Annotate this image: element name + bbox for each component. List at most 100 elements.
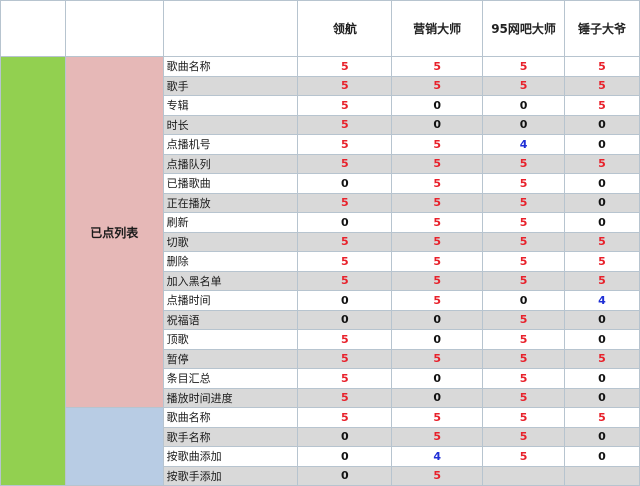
score-cell[interactable]: 5 xyxy=(391,270,484,291)
score-cell[interactable]: 0 xyxy=(564,387,640,408)
score-cell[interactable]: 5 xyxy=(391,56,484,77)
score-cell[interactable]: 5 xyxy=(482,368,566,389)
score-cell[interactable]: 5 xyxy=(564,348,640,369)
score-cell[interactable]: 5 xyxy=(482,387,566,408)
feature-cell[interactable]: 暂停 xyxy=(162,348,299,369)
score-cell[interactable]: 5 xyxy=(482,173,566,194)
feature-cell[interactable]: 切歌 xyxy=(162,231,299,252)
score-cell[interactable]: 0 xyxy=(391,329,484,350)
header-blank-cell[interactable] xyxy=(64,0,164,57)
score-cell[interactable]: 5 xyxy=(297,329,393,350)
score-cell[interactable] xyxy=(564,465,640,486)
feature-cell[interactable]: 条目汇总 xyxy=(162,368,299,389)
score-cell[interactable]: 5 xyxy=(391,231,484,252)
score-cell[interactable]: 4 xyxy=(391,446,484,467)
score-cell[interactable]: 0 xyxy=(564,114,640,135)
score-cell[interactable]: 0 xyxy=(391,309,484,330)
score-cell[interactable]: 5 xyxy=(297,56,393,77)
score-cell[interactable]: 5 xyxy=(482,75,566,96)
feature-cell[interactable]: 播放时间进度 xyxy=(162,387,299,408)
score-cell[interactable]: 0 xyxy=(297,173,393,194)
score-cell[interactable]: 0 xyxy=(482,95,566,116)
column-header-lh[interactable]: 领航 xyxy=(297,0,393,57)
score-cell[interactable]: 0 xyxy=(564,309,640,330)
score-cell[interactable]: 5 xyxy=(297,134,393,155)
score-cell[interactable]: 0 xyxy=(297,446,393,467)
feature-cell[interactable]: 歌手名称 xyxy=(162,426,299,447)
feature-cell[interactable]: 加入黑名单 xyxy=(162,270,299,291)
feature-cell[interactable]: 歌手 xyxy=(162,75,299,96)
score-cell[interactable]: 0 xyxy=(564,426,640,447)
feature-cell[interactable]: 正在播放 xyxy=(162,192,299,213)
score-cell[interactable]: 5 xyxy=(297,270,393,291)
score-cell[interactable]: 5 xyxy=(391,251,484,272)
feature-cell[interactable]: 专辑 xyxy=(162,95,299,116)
score-cell[interactable]: 5 xyxy=(297,153,393,174)
score-cell[interactable]: 0 xyxy=(564,446,640,467)
feature-cell[interactable]: 按歌手添加 xyxy=(162,465,299,486)
score-cell[interactable] xyxy=(482,465,566,486)
feature-cell[interactable]: 歌曲名称 xyxy=(162,407,299,428)
score-cell[interactable]: 5 xyxy=(564,56,640,77)
score-cell[interactable]: 5 xyxy=(564,75,640,96)
score-cell[interactable]: 0 xyxy=(564,192,640,213)
score-cell[interactable]: 5 xyxy=(391,426,484,447)
score-cell[interactable]: 0 xyxy=(564,134,640,155)
score-cell[interactable]: 0 xyxy=(564,329,640,350)
score-cell[interactable]: 5 xyxy=(297,231,393,252)
column-header-95wbds[interactable]: 95网吧大师 xyxy=(482,0,566,57)
score-cell[interactable]: 5 xyxy=(297,251,393,272)
score-cell[interactable]: 0 xyxy=(297,290,393,311)
score-cell[interactable]: 5 xyxy=(391,153,484,174)
score-cell[interactable]: 5 xyxy=(297,407,393,428)
score-cell[interactable]: 0 xyxy=(564,212,640,233)
score-cell[interactable]: 5 xyxy=(564,251,640,272)
score-cell[interactable]: 0 xyxy=(391,95,484,116)
score-cell[interactable]: 5 xyxy=(564,231,640,252)
score-cell[interactable]: 5 xyxy=(564,153,640,174)
score-cell[interactable]: 0 xyxy=(297,465,393,486)
score-cell[interactable]: 5 xyxy=(482,309,566,330)
score-cell[interactable]: 0 xyxy=(482,114,566,135)
score-cell[interactable]: 4 xyxy=(564,290,640,311)
feature-cell[interactable]: 歌曲名称 xyxy=(162,56,299,77)
score-cell[interactable]: 5 xyxy=(482,251,566,272)
score-cell[interactable]: 5 xyxy=(564,270,640,291)
score-cell[interactable]: 0 xyxy=(297,426,393,447)
feature-cell[interactable]: 删除 xyxy=(162,251,299,272)
category-cell[interactable] xyxy=(0,56,66,486)
feature-cell[interactable]: 祝福语 xyxy=(162,309,299,330)
score-cell[interactable]: 5 xyxy=(391,173,484,194)
score-cell[interactable]: 5 xyxy=(391,407,484,428)
score-cell[interactable]: 5 xyxy=(482,329,566,350)
score-cell[interactable]: 5 xyxy=(482,446,566,467)
header-corner-cell[interactable] xyxy=(0,0,66,57)
score-cell[interactable]: 5 xyxy=(297,75,393,96)
feature-cell[interactable]: 点播时间 xyxy=(162,290,299,311)
feature-cell[interactable]: 点播队列 xyxy=(162,153,299,174)
score-cell[interactable]: 5 xyxy=(297,114,393,135)
score-cell[interactable]: 5 xyxy=(391,192,484,213)
score-cell[interactable]: 5 xyxy=(297,192,393,213)
score-cell[interactable]: 0 xyxy=(391,114,484,135)
score-cell[interactable]: 0 xyxy=(297,212,393,233)
score-cell[interactable]: 5 xyxy=(297,348,393,369)
score-cell[interactable]: 5 xyxy=(391,290,484,311)
score-cell[interactable]: 5 xyxy=(482,426,566,447)
score-cell[interactable]: 5 xyxy=(297,368,393,389)
score-cell[interactable]: 5 xyxy=(391,465,484,486)
column-header-yxds[interactable]: 营销大师 xyxy=(391,0,484,57)
column-header-czdy[interactable]: 锤子大爷 xyxy=(564,0,640,57)
score-cell[interactable]: 5 xyxy=(482,407,566,428)
group-label-cell[interactable] xyxy=(64,407,164,486)
header-feature-cell[interactable] xyxy=(162,0,299,57)
score-cell[interactable]: 5 xyxy=(564,407,640,428)
score-cell[interactable]: 5 xyxy=(482,153,566,174)
score-cell[interactable]: 5 xyxy=(482,56,566,77)
group-label-cell[interactable]: 已点列表 xyxy=(64,56,164,408)
feature-cell[interactable]: 时长 xyxy=(162,114,299,135)
score-cell[interactable]: 5 xyxy=(297,95,393,116)
score-cell[interactable]: 5 xyxy=(297,387,393,408)
score-cell[interactable]: 4 xyxy=(482,134,566,155)
score-cell[interactable]: 0 xyxy=(391,368,484,389)
